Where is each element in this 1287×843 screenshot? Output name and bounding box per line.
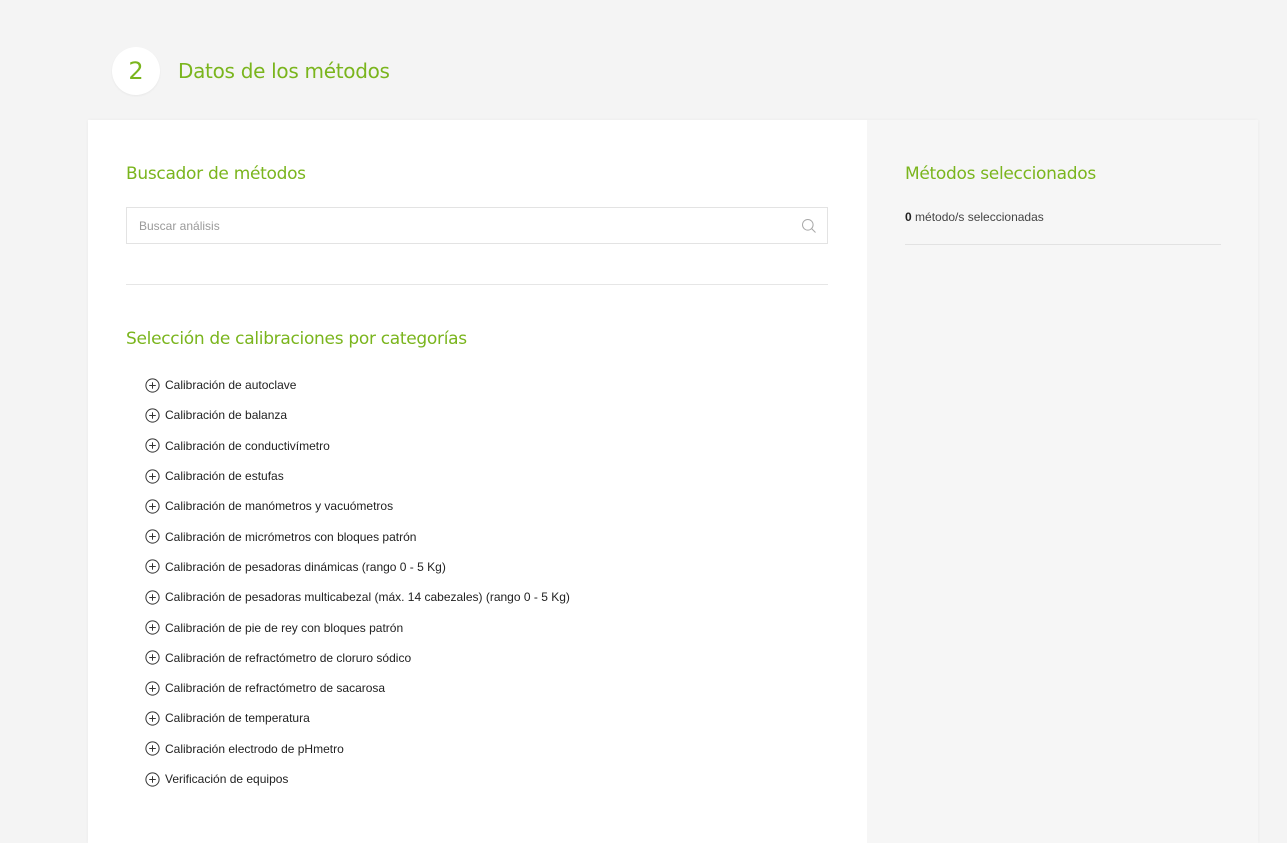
plus-circle-icon[interactable] — [145, 378, 160, 393]
plus-circle-icon[interactable] — [145, 590, 160, 605]
category-item[interactable]: Calibración de manómetros y vacuómetros — [145, 491, 570, 521]
search-icon[interactable] — [799, 216, 819, 236]
category-item[interactable]: Calibración de pesadoras multicabezal (m… — [145, 582, 570, 612]
plus-circle-icon[interactable] — [145, 620, 160, 635]
category-item[interactable]: Calibración de pesadoras dinámicas (rang… — [145, 552, 570, 582]
method-search-panel: Buscador de métodos Selección de calibra… — [88, 120, 867, 843]
category-item[interactable]: Calibración de balanza — [145, 400, 570, 430]
category-item[interactable]: Calibración electrodo de pHmetro — [145, 734, 570, 764]
category-item[interactable]: Calibración de estufas — [145, 461, 570, 491]
selected-methods-panel: Métodos seleccionados 0 método/s selecci… — [867, 120, 1258, 843]
plus-circle-icon[interactable] — [145, 408, 160, 423]
search-section-title: Buscador de métodos — [126, 164, 306, 184]
plus-circle-icon[interactable] — [145, 650, 160, 665]
category-item[interactable]: Calibración de conductivímetro — [145, 431, 570, 461]
category-item[interactable]: Calibración de refractómetro de sacarosa — [145, 673, 570, 703]
category-item[interactable]: Calibración de pie de rey con bloques pa… — [145, 612, 570, 642]
plus-circle-icon[interactable] — [145, 468, 160, 484]
category-label: Calibración de conductivímetro — [165, 438, 330, 453]
category-label: Calibración de pie de rey con bloques pa… — [165, 620, 404, 635]
methods-card: Buscador de métodos Selección de calibra… — [88, 120, 1258, 843]
category-label: Calibración de micrómetros con bloques p… — [165, 529, 417, 544]
plus-circle-icon[interactable] — [145, 438, 160, 453]
search-box — [126, 207, 828, 244]
selected-count-label: método/s seleccionadas — [911, 210, 1044, 224]
category-list: Calibración de autoclave Calibración de … — [145, 370, 570, 794]
category-label: Verificación de equipos — [165, 772, 289, 786]
plus-circle-icon[interactable] — [145, 529, 160, 544]
category-label: Calibración de pesadoras multicabezal (m… — [165, 590, 570, 605]
category-label: Calibración de manómetros y vacuómetros — [165, 499, 394, 514]
search-input[interactable] — [127, 208, 799, 243]
plus-circle-icon[interactable] — [145, 681, 160, 696]
category-label: Calibración de refractómetro de cloruro … — [165, 650, 412, 665]
category-item[interactable]: Calibración de temperatura — [145, 703, 570, 733]
category-label: Calibración de refractómetro de sacarosa — [165, 681, 386, 696]
categories-section-title: Selección de calibraciones por categoría… — [126, 329, 467, 349]
step-number-badge: 2 — [112, 47, 160, 95]
selected-section-title: Métodos seleccionados — [905, 164, 1096, 184]
category-item[interactable]: Calibración de autoclave — [145, 370, 570, 400]
category-label: Calibración de estufas — [165, 469, 284, 484]
category-label: Calibración de balanza — [165, 408, 288, 423]
plus-circle-icon[interactable] — [145, 711, 160, 726]
step-title: Datos de los métodos — [178, 59, 390, 83]
category-label: Calibración de pesadoras dinámicas (rang… — [165, 559, 446, 574]
step-header: 2 Datos de los métodos — [112, 47, 390, 95]
plus-circle-icon[interactable] — [145, 559, 160, 575]
plus-circle-icon[interactable] — [145, 771, 160, 787]
plus-circle-icon[interactable] — [145, 499, 160, 514]
category-label: Calibración de autoclave — [165, 378, 297, 393]
category-item[interactable]: Calibración de refractómetro de cloruro … — [145, 643, 570, 673]
category-label: Calibración electrodo de pHmetro — [165, 741, 344, 756]
selected-count-number: 0 — [905, 210, 912, 224]
plus-circle-icon[interactable] — [145, 741, 160, 756]
category-label: Calibración de temperatura — [165, 711, 310, 726]
page: 2 Datos de los métodos Buscador de métod… — [0, 0, 1287, 843]
selected-divider — [905, 244, 1221, 245]
category-item[interactable]: Calibración de micrómetros con bloques p… — [145, 521, 570, 551]
section-divider — [126, 284, 828, 285]
selected-count-text: 0 método/s seleccionadas — [905, 210, 1044, 224]
category-item[interactable]: Verificación de equipos — [145, 764, 570, 794]
